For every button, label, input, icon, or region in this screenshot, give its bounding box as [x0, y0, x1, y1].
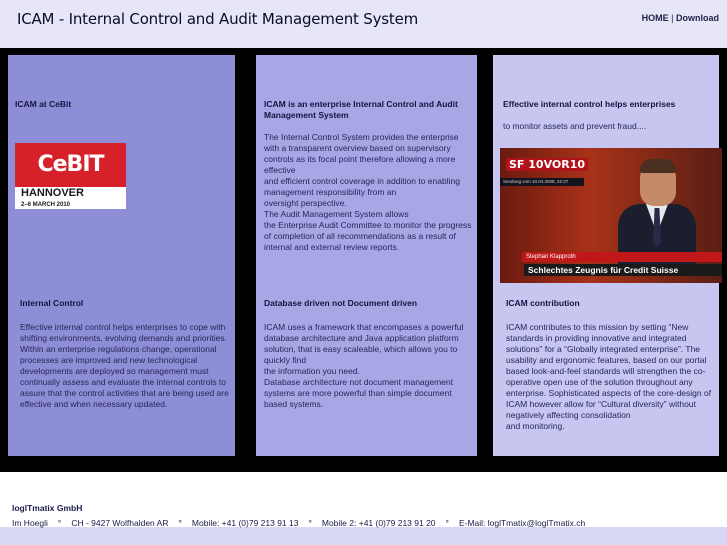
- page-footer: loglTmatix GmbH Im Hoegli ° CH - 9427 Wolf…: [0, 472, 727, 545]
- column-effective-control: Effective internal control helps enterpr…: [493, 55, 722, 456]
- icam-text-3: oversight perspective.: [264, 198, 347, 208]
- top-nav: HOME | Download: [642, 13, 719, 23]
- icam-description: The Internal Control System provides the…: [264, 132, 474, 253]
- column-cebit: ICAM at CeBit CeBIT HANNOVER 2–6 MARCH 2…: [8, 55, 235, 456]
- internal-control-heading: Internal Control: [20, 298, 84, 308]
- effective-control-text: to monitor assets and prevent fraud....: [503, 121, 647, 131]
- home-link[interactable]: HOME: [642, 13, 669, 23]
- column-icam: ICAM is an enterprise Internal Control a…: [256, 55, 477, 456]
- page-header: ICAM - Internal Control and Audit Manage…: [0, 0, 727, 48]
- footer-band: [0, 527, 727, 545]
- cebit-logo[interactable]: CeBIT HANNOVER 2–6 MARCH 2010: [15, 143, 126, 209]
- page-title: ICAM - Internal Control and Audit Manage…: [17, 10, 419, 28]
- icam-text-5: the Enterprise Audit Committee to monito…: [264, 220, 472, 252]
- contribution-description: ICAM contributes to this mission by sett…: [506, 322, 717, 432]
- cebit-city: HANNOVER: [21, 187, 84, 199]
- footer-address: Im Hoegli: [12, 518, 48, 528]
- effective-control-heading: Effective internal control helps enterpr…: [503, 99, 676, 109]
- footer-bullet: °: [308, 518, 312, 528]
- contribution-text-1: ICAM contributes to this mission by sett…: [506, 322, 712, 420]
- footer-bullet: °: [178, 518, 182, 528]
- download-link[interactable]: Download: [676, 13, 719, 23]
- footer-city: CH - 9427 Wolfhalden AR: [71, 518, 169, 528]
- presenter-image: [618, 156, 696, 264]
- footer-email-link[interactable]: E-Mail: loglTmatix@loglTmatix.ch: [459, 518, 585, 528]
- database-description: ICAM uses a framework that encompases a …: [264, 322, 474, 410]
- cebit-dates: 2–6 MARCH 2010: [21, 202, 71, 208]
- internal-control-text: Effective internal control helps enterpr…: [20, 322, 229, 409]
- tv-broadcast-bar: Sendung vom 10.04.2008, 22:27: [500, 178, 584, 186]
- footer-bullet: °: [445, 518, 449, 528]
- icam-text-2: and efficient control coverage in additi…: [264, 176, 460, 197]
- contribution-text-2: and monitoring.: [506, 421, 565, 431]
- footer-mobile: Mobile: +41 (0)79 213 91 13: [191, 518, 299, 528]
- icam-text-4: The Audit Management System allows: [264, 209, 409, 219]
- icam-text-1: The Internal Control System provides the…: [264, 132, 459, 175]
- database-text-2: the information you need.: [264, 366, 360, 376]
- database-heading: Database driven not Document driven: [264, 298, 418, 308]
- company-name: loglTmatix GmbH: [12, 503, 83, 513]
- news-video-thumbnail[interactable]: SF 10VOR10 Sendung vom 10.04.2008, 22:27…: [500, 148, 722, 283]
- cebit-logo-footer: HANNOVER 2–6 MARCH 2010: [15, 187, 126, 209]
- presenter-hair: [640, 159, 676, 173]
- database-text-1: ICAM uses a framework that encompases a …: [264, 322, 464, 365]
- cebit-heading: ICAM at CeBit: [15, 99, 72, 109]
- database-text-3: Database architecture not document manag…: [264, 377, 454, 409]
- footer-mobile2: Mobile 2: +41 (0)79 213 91 20: [321, 518, 436, 528]
- contact-line: Im Hoegli ° CH - 9427 Wolfhalden AR ° Mobile…: [12, 518, 585, 528]
- contribution-heading: ICAM contribution: [506, 298, 580, 308]
- tv-channel-logo: SF 10VOR10: [506, 158, 589, 171]
- presenter-name: Stephan Klapproth: [522, 252, 722, 262]
- nav-separator: |: [671, 13, 674, 23]
- cebit-logo-text: CeBIT: [15, 143, 126, 187]
- footer-bullet: °: [57, 518, 62, 528]
- icam-heading: ICAM is an enterprise Internal Control a…: [264, 99, 458, 120]
- news-caption: Schlechtes Zeugnis für Credit Suisse: [524, 264, 722, 276]
